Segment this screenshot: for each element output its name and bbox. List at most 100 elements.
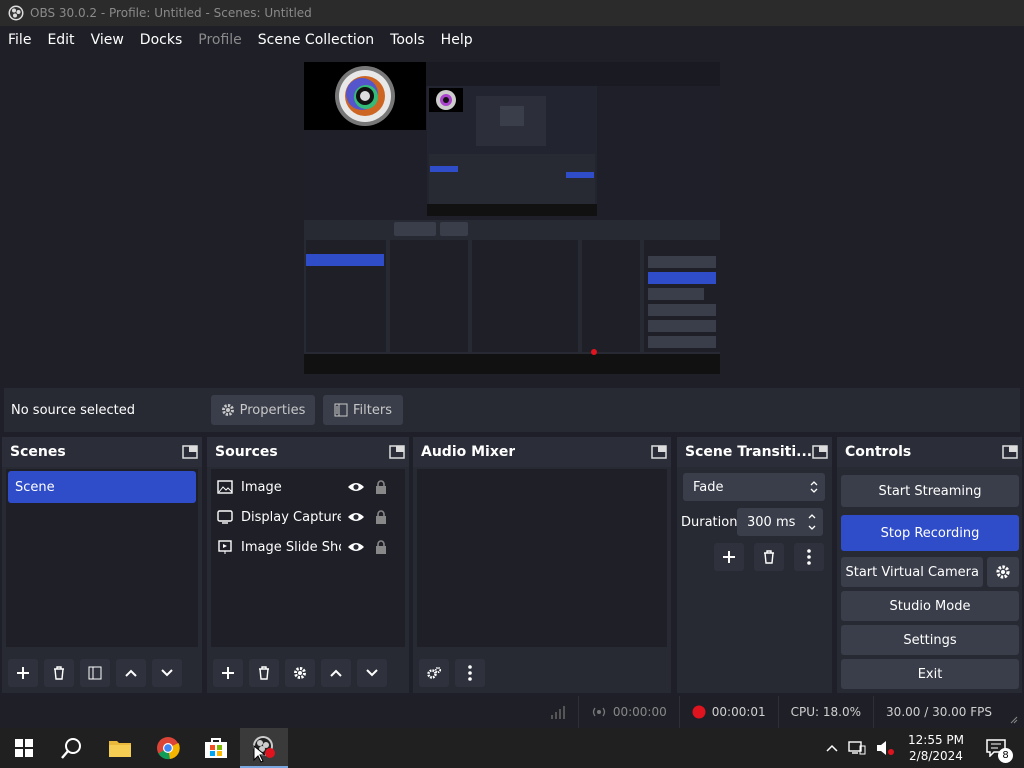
start-virtual-camera-button[interactable]: Start Virtual Camera — [841, 557, 983, 587]
visibility-eye-icon[interactable] — [347, 511, 365, 523]
scenes-dock-title: Scenes — [10, 444, 66, 460]
studio-mode-button[interactable]: Studio Mode — [841, 591, 1019, 621]
status-bar: 00:00:00 00:00:01 CPU: 18.0% 30.00 / 30.… — [0, 696, 1024, 728]
folder-icon — [108, 738, 132, 758]
trash-icon — [257, 666, 271, 680]
search-icon — [61, 737, 83, 759]
monitor-icon — [217, 510, 233, 524]
volume-muted-icon[interactable] — [876, 740, 894, 756]
obs-logo-icon — [8, 5, 24, 21]
clock-date: 2/8/2024 — [909, 749, 963, 763]
kebab-menu-icon — [467, 665, 473, 681]
add-scene-button[interactable] — [8, 659, 38, 687]
chevron-up-icon[interactable] — [826, 744, 838, 752]
move-scene-up-button[interactable] — [116, 659, 146, 687]
scene-filters-button[interactable] — [80, 659, 110, 687]
controls-dock: Controls Start Streaming Stop Recording … — [837, 437, 1022, 693]
network-icon[interactable] — [848, 740, 866, 756]
move-scene-down-button[interactable] — [152, 659, 182, 687]
updown-arrow-icon — [809, 480, 819, 494]
signal-bars-icon — [550, 705, 566, 719]
spin-arrows-icon[interactable] — [807, 512, 817, 532]
plus-icon — [221, 666, 235, 680]
filters-button[interactable]: Filters — [323, 395, 403, 425]
start-streaming-button[interactable]: Start Streaming — [841, 475, 1019, 507]
stop-recording-button[interactable]: Stop Recording — [841, 515, 1019, 551]
duration-label: Duration — [681, 515, 738, 530]
chevron-down-icon — [160, 666, 174, 680]
chevron-up-icon — [124, 666, 138, 680]
visibility-eye-icon[interactable] — [347, 481, 365, 493]
duration-spinbox[interactable]: 300 ms — [737, 508, 823, 536]
gear-icon — [293, 666, 307, 680]
move-source-down-button[interactable] — [357, 659, 387, 687]
sources-dock-title: Sources — [215, 444, 278, 460]
file-explorer-button[interactable] — [96, 728, 144, 768]
exit-button[interactable]: Exit — [841, 659, 1019, 689]
undock-icon[interactable] — [1002, 445, 1018, 459]
scenes-list: Scene — [6, 469, 198, 647]
source-row-image-slide-show[interactable]: Image Slide Show — [217, 533, 399, 561]
menu-profile[interactable]: Profile — [190, 26, 250, 54]
stream-time: 00:00:00 — [612, 705, 667, 719]
preview-canvas[interactable] — [304, 62, 720, 374]
transition-menu-button[interactable] — [794, 543, 824, 571]
source-name: Display Capture — [241, 509, 341, 525]
undock-icon[interactable] — [182, 445, 198, 459]
source-properties-button[interactable] — [285, 659, 315, 687]
settings-button[interactable]: Settings — [841, 625, 1019, 655]
resize-grip-icon[interactable] — [1004, 696, 1024, 728]
undock-icon[interactable] — [389, 445, 405, 459]
search-button[interactable] — [48, 728, 96, 768]
menu-scene-collection[interactable]: Scene Collection — [250, 26, 382, 54]
record-dot-icon — [692, 705, 706, 719]
properties-button[interactable]: Properties — [211, 395, 315, 425]
image-icon — [217, 480, 233, 494]
move-source-up-button[interactable] — [321, 659, 351, 687]
audio-mixer-dock: Audio Mixer — [413, 437, 671, 693]
start-button[interactable] — [0, 728, 48, 768]
menu-tools[interactable]: Tools — [382, 26, 433, 54]
menu-docks[interactable]: Docks — [132, 26, 190, 54]
lock-icon[interactable] — [375, 480, 387, 494]
gear-icon — [995, 564, 1011, 580]
clock-time: 12:55 PM — [908, 733, 964, 747]
undock-icon[interactable] — [651, 445, 667, 459]
lock-icon[interactable] — [375, 540, 387, 554]
add-transition-button[interactable] — [714, 543, 744, 571]
store-button[interactable] — [192, 728, 240, 768]
audio-mixer-menu-button[interactable] — [455, 659, 485, 687]
preview-recursive-capture-image — [304, 62, 720, 374]
add-source-button[interactable] — [213, 659, 243, 687]
menu-help[interactable]: Help — [433, 26, 481, 54]
clock[interactable]: 12:55 PM 2/8/2024 — [904, 732, 968, 764]
transition-select[interactable]: Fade — [683, 473, 825, 501]
chrome-button[interactable] — [144, 728, 192, 768]
advanced-audio-button[interactable] — [419, 659, 449, 687]
remove-scene-button[interactable] — [44, 659, 74, 687]
slideshow-icon — [217, 540, 233, 554]
scene-item[interactable]: Scene — [8, 471, 196, 503]
record-time: 00:00:01 — [711, 705, 766, 719]
plus-icon — [16, 666, 30, 680]
visibility-eye-icon[interactable] — [347, 541, 365, 553]
source-row-image[interactable]: Image — [217, 473, 399, 501]
source-name: Image — [241, 479, 282, 495]
broadcast-icon — [591, 706, 607, 718]
notification-button[interactable]: 8 — [968, 728, 1024, 768]
notification-count-badge: 8 — [998, 748, 1013, 763]
menu-edit[interactable]: Edit — [39, 26, 82, 54]
scenes-dock: Scenes Scene — [2, 437, 202, 693]
controls-title: Controls — [845, 444, 912, 460]
menu-view[interactable]: View — [83, 26, 132, 54]
chrome-icon — [156, 736, 180, 760]
menu-file[interactable]: File — [0, 26, 39, 54]
title-bar: OBS 30.0.2 - Profile: Untitled - Scenes:… — [0, 0, 1024, 26]
remove-transition-button[interactable] — [754, 543, 784, 571]
undock-icon[interactable] — [812, 445, 828, 459]
lock-icon[interactable] — [375, 510, 387, 524]
remove-source-button[interactable] — [249, 659, 279, 687]
virtual-camera-settings-button[interactable] — [987, 557, 1019, 587]
chevron-down-icon — [365, 666, 379, 680]
source-row-display-capture[interactable]: Display Capture — [217, 503, 399, 531]
